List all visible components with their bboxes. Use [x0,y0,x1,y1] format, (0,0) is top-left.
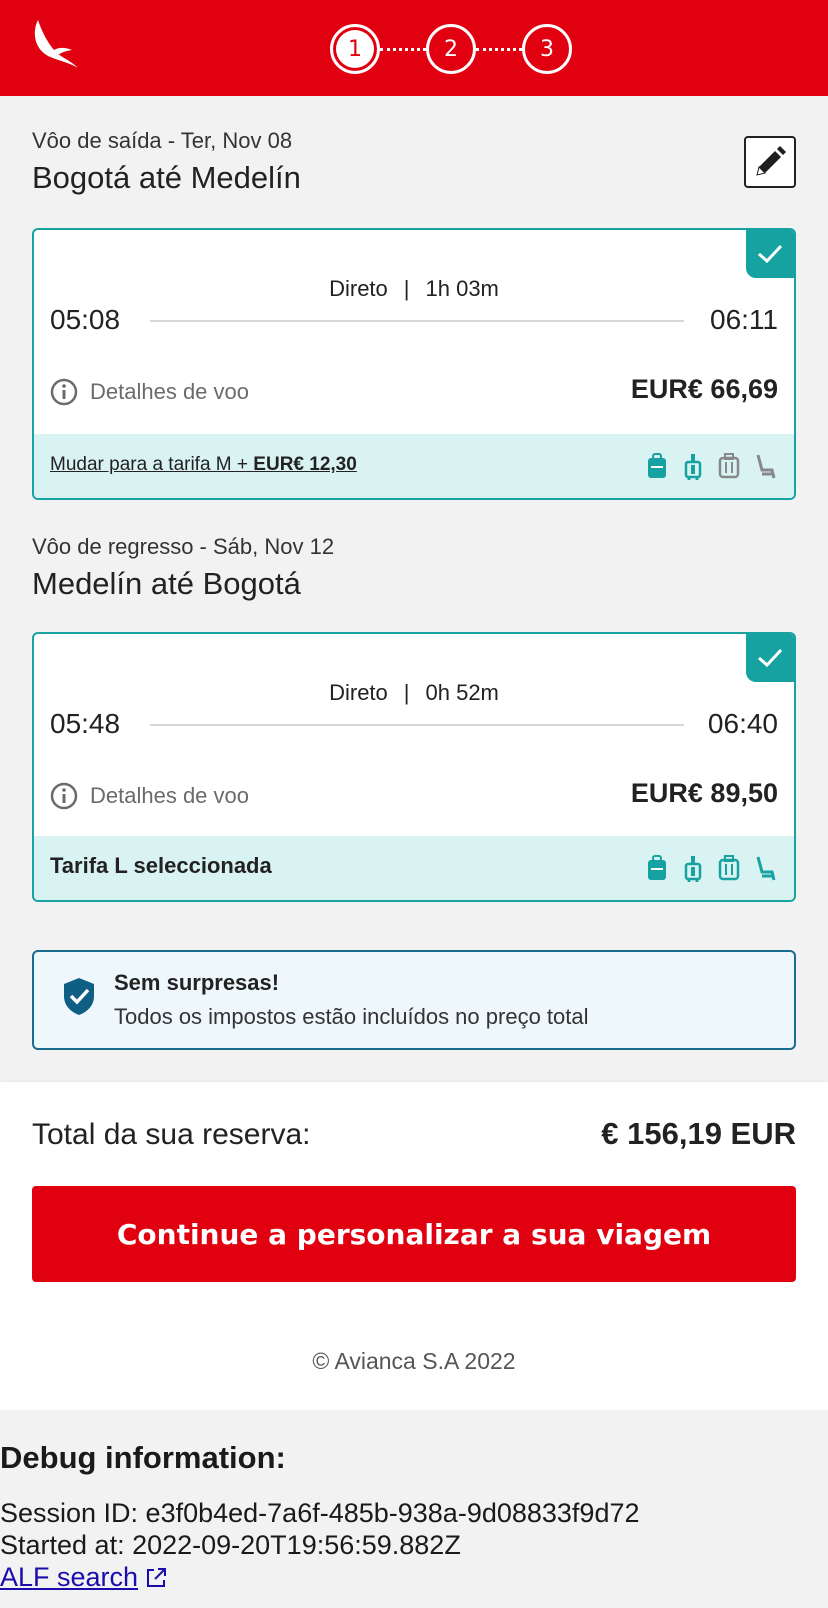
flight-price: EUR€ 66,69 [630,374,778,404]
flight-price: EUR€ 89,50 [630,778,778,808]
booking-stepper: 1 2 3 [330,24,572,74]
alf-search-link[interactable]: ALF search [0,1562,168,1593]
departure-time: 05:08 [50,304,121,335]
external-link-icon [147,1567,167,1587]
edit-search-button[interactable] [744,136,796,188]
seat-icon [756,454,776,479]
outbound-title: Bogotá até Medelín [32,160,301,195]
outbound-subtitle: Vôo de saída - Ter, Nov 08 [32,128,293,153]
debug-session-id: Session ID: e3f0b4ed-7a6f-485b-938a-9d08… [0,1498,640,1528]
page-footer: © Avianca S.A 2022 [0,1314,828,1410]
upgrade-fare-link[interactable]: Mudar para a tarifa M + EUR€ 12,30 [50,454,357,476]
outbound-flight-card[interactable]: Direto | 1h 03m 05:08 06:11 Detalhes de vo… [32,228,796,500]
flight-stops-duration: Direto | 0h 52m [329,680,499,705]
debug-started-at: Started at: 2022-09-20T19:56:59.882Z [0,1530,461,1560]
notice-text: Todos os impostos estão incluídos no pre… [114,1004,589,1029]
backpack-icon [648,453,666,478]
stops-label: Direto [329,276,388,301]
route-line [150,724,684,726]
selected-check-icon [746,230,794,278]
flight-details-link[interactable]: Detalhes de voo [50,782,249,810]
selected-fare-label: Tarifa L seleccionada [50,853,272,878]
flight-details-label: Detalhes de voo [90,379,249,404]
flight-stops-duration: Direto | 1h 03m [329,276,499,301]
inbound-title: Medelín até Bogotá [32,566,301,601]
step-3[interactable]: 3 [522,24,572,74]
inbound-flight-card[interactable]: Direto | 0h 52m 05:48 06:40 Detalhes de vo… [32,632,796,902]
debug-panel: Debug information: Session ID: e3f0b4ed-… [0,1410,828,1608]
info-icon [50,782,78,810]
pencil-icon [756,146,786,176]
checked-bag-icon [718,453,740,479]
no-surprises-notice: Sem surpresas! Todos os impostos estão i… [32,950,796,1050]
duration-label: 1h 03m [425,276,499,301]
info-icon [50,378,78,406]
booking-summary: Total da sua reserva: € 156,19 EUR Conti… [0,1082,828,1314]
app-header: 1 2 3 [0,0,828,96]
debug-title: Debug information: [0,1440,286,1475]
copyright-text: © Avianca S.A 2022 [312,1348,516,1374]
fare-bar: Mudar para a tarifa M + EUR€ 12,30 [34,434,794,498]
route-line [150,320,684,322]
alf-search-label: ALF search [0,1562,139,1592]
shield-check-icon [64,978,94,1015]
total-label: Total da sua reserva: [32,1118,311,1151]
step-1[interactable]: 1 [330,24,380,74]
inbound-subtitle: Vôo de regresso - Sáb, Nov 12 [32,534,335,559]
fare-benefits-icons [634,452,778,480]
duration-label: 0h 52m [425,680,499,705]
seat-icon [756,856,776,881]
departure-time: 05:48 [50,708,121,739]
carry-on-icon [684,454,702,480]
fare-benefits-icons [634,854,778,882]
stops-label: Direto [329,680,388,705]
step-2[interactable]: 2 [426,24,476,74]
flight-details-link[interactable]: Detalhes de voo [50,378,249,406]
fare-bar: Tarifa L seleccionada [34,836,794,900]
backpack-icon [648,855,666,880]
step-connector [476,47,522,51]
upgrade-fare-text: Mudar para a tarifa M + [50,454,254,475]
step-connector [380,47,426,51]
notice-title: Sem surpresas! [114,970,280,995]
continue-button[interactable]: Continue a personalizar a sua viagem [32,1186,796,1282]
arrival-time: 06:11 [710,304,778,335]
carry-on-icon [684,856,702,882]
upgrade-fare-price: EUR€ 12,30 [253,454,357,475]
selected-check-icon [746,634,794,682]
checked-bag-icon [718,855,740,881]
total-value: € 156,19 EUR [601,1116,796,1151]
arrival-time: 06:40 [707,708,778,739]
avianca-logo-icon[interactable] [28,18,80,72]
flight-details-label: Detalhes de voo [90,783,249,808]
